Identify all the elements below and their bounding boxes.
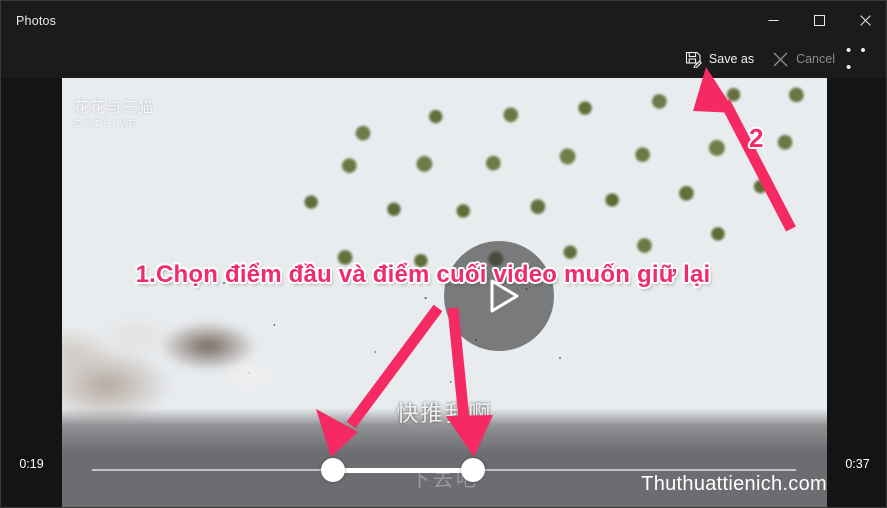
trim-start-handle[interactable] (321, 458, 345, 482)
save-as-label: Save as (708, 52, 755, 66)
close-button[interactable] (842, 1, 886, 40)
cancel-label: Cancel (796, 52, 835, 66)
minimize-icon (768, 15, 779, 26)
app-title: Photos (16, 13, 57, 28)
stage-left-gutter (1, 78, 62, 507)
maximize-icon (813, 15, 825, 26)
save-as-button[interactable]: Save as (676, 44, 763, 74)
photos-app-window: Photos Save as Cancel • • • 花花与三猫 CATLIV… (0, 0, 887, 508)
trim-end-handle[interactable] (461, 458, 485, 482)
trim-timeline[interactable] (92, 458, 796, 482)
current-time-label: 0:19 (19, 457, 44, 471)
title-bar: Photos (1, 1, 886, 40)
play-triangle-icon (473, 273, 525, 319)
end-time-label: 0:37 (845, 457, 870, 471)
command-bar: Save as Cancel • • • (1, 40, 886, 78)
video-stage: 花花与三猫 CATLIVE 快推我啊 下去吧 0:19 0:37 Thuthua… (1, 78, 886, 507)
save-as-icon (685, 51, 702, 68)
more-options-icon: • • • (846, 42, 869, 76)
window-controls (750, 1, 886, 40)
more-options-button[interactable]: • • • (844, 42, 880, 76)
play-button[interactable] (444, 241, 554, 351)
close-x-icon (772, 51, 789, 68)
minimize-button[interactable] (750, 1, 796, 40)
stage-right-gutter (827, 78, 886, 507)
timeline-selection[interactable] (333, 467, 473, 473)
cancel-button[interactable]: Cancel (763, 44, 844, 74)
video-frame[interactable]: 花花与三猫 CATLIVE 快推我啊 下去吧 (62, 78, 827, 507)
close-icon (859, 15, 871, 26)
maximize-button[interactable] (796, 1, 842, 40)
